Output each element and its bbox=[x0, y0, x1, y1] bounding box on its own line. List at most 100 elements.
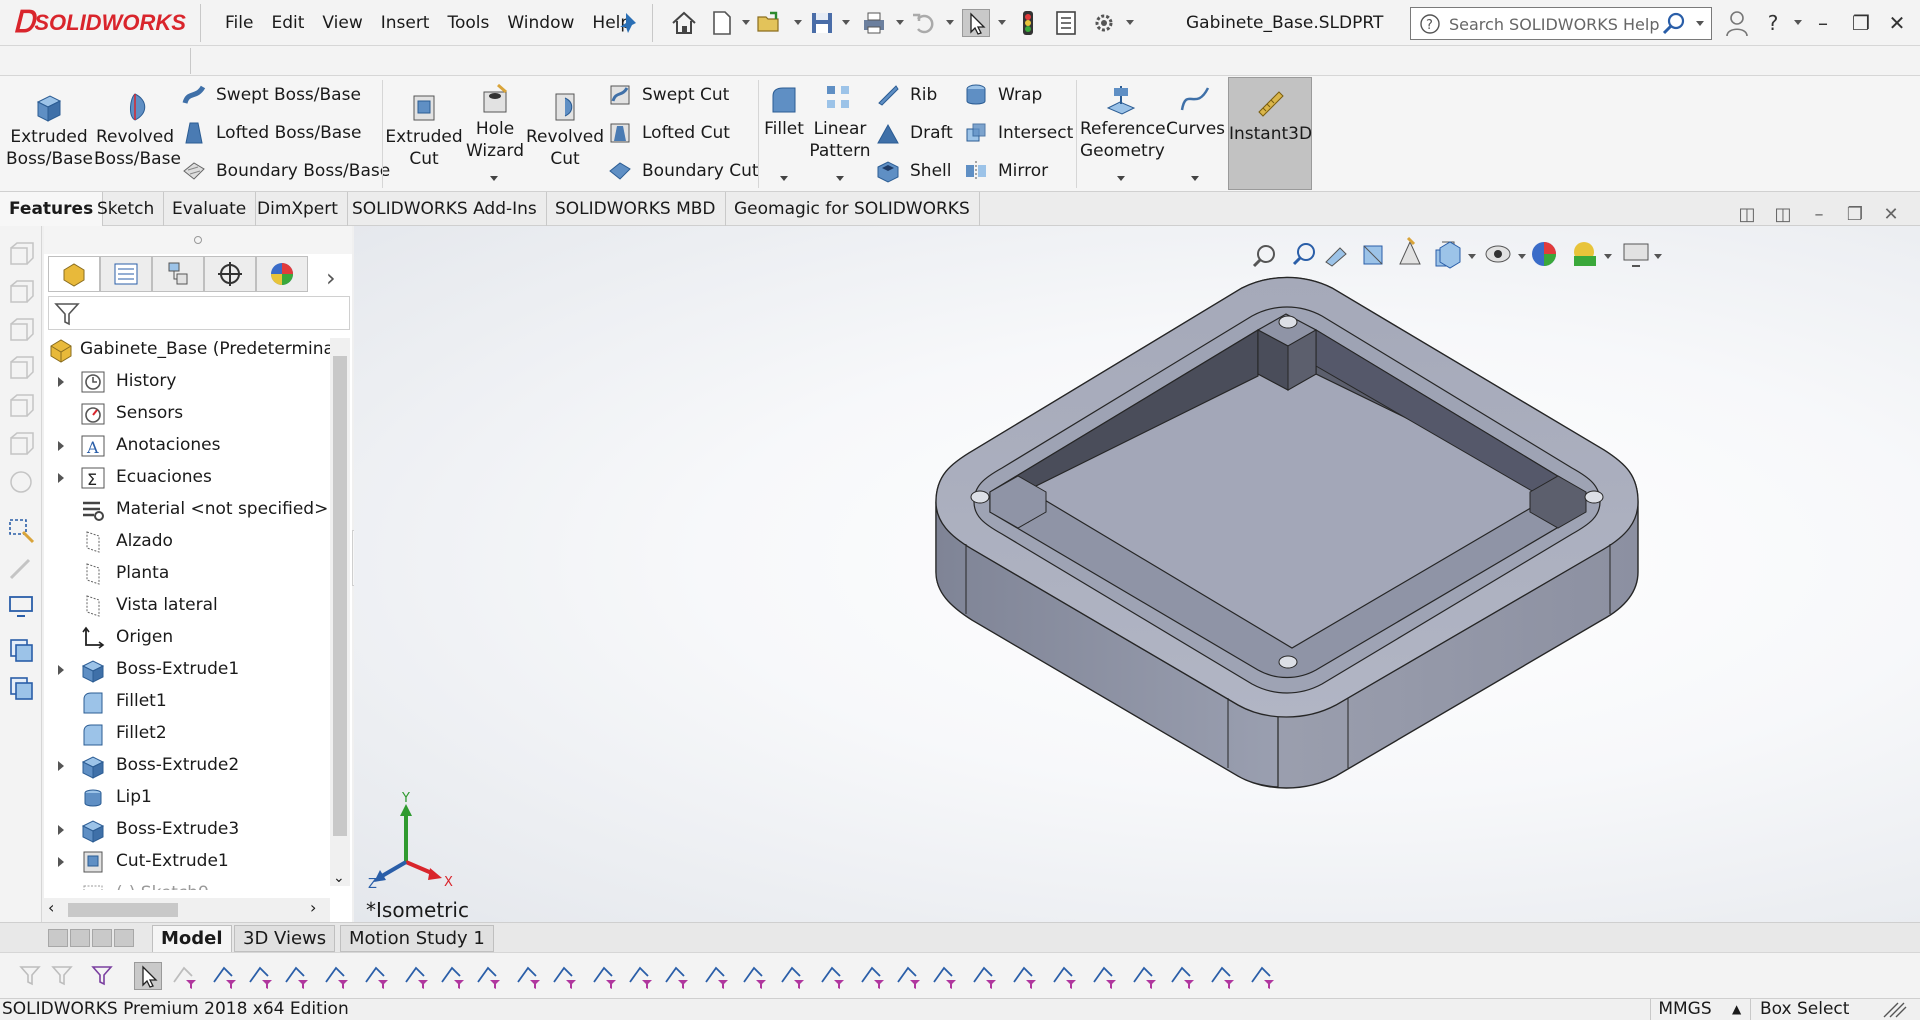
dynamic-annotation-icon[interactable] bbox=[1399, 236, 1421, 265]
menu-view[interactable]: View bbox=[313, 13, 371, 33]
tab-evaluate[interactable]: Evaluate bbox=[163, 192, 257, 226]
expand-arrow-icon[interactable] bbox=[58, 441, 64, 451]
display-manager-tab[interactable] bbox=[256, 256, 308, 292]
minimize-icon[interactable]: – bbox=[1808, 8, 1838, 38]
instant3d-button[interactable]: Instant3D bbox=[1228, 77, 1312, 190]
intersect-button[interactable]: Intersect bbox=[964, 118, 1073, 148]
file-properties-icon[interactable] bbox=[1052, 9, 1080, 37]
tab-solidworks-mbd[interactable]: SOLIDWORKS MBD bbox=[546, 192, 726, 226]
layers-icon[interactable] bbox=[7, 674, 35, 702]
tab-model[interactable]: Model bbox=[152, 925, 232, 952]
filter-midpoints-icon[interactable] bbox=[550, 962, 578, 990]
filter-faces-icon[interactable] bbox=[282, 962, 310, 990]
filter-solid-bodies-icon[interactable] bbox=[362, 962, 390, 990]
hide-show-items-icon[interactable] bbox=[1485, 245, 1511, 263]
tree-vertical-scrollbar[interactable] bbox=[330, 338, 350, 886]
linear-pattern-button[interactable]: Linear Pattern bbox=[808, 82, 872, 162]
view-cube-icon[interactable] bbox=[7, 468, 35, 496]
tab-dimxpert[interactable]: DimXpert bbox=[248, 192, 348, 226]
filter-balloons-icon[interactable] bbox=[818, 962, 846, 990]
swept-boss-base-button[interactable]: Swept Boss/Base bbox=[182, 80, 361, 110]
viewport-restore-icon[interactable]: ❐ bbox=[1842, 204, 1868, 228]
boundary-cut-button[interactable]: Boundary Cut bbox=[608, 156, 759, 186]
view-cube-icon[interactable] bbox=[7, 392, 35, 420]
search-box[interactable]: ? Search SOLIDWORKS Help bbox=[1410, 7, 1712, 40]
tab-sketch[interactable]: Sketch bbox=[88, 192, 165, 226]
next-tab-icon[interactable] bbox=[92, 929, 112, 947]
menu-insert[interactable]: Insert bbox=[372, 13, 439, 33]
rebuild-traffic-light-icon[interactable] bbox=[1014, 9, 1042, 37]
revolved-cut-button[interactable]: Revolved Cut bbox=[526, 90, 604, 170]
expand-arrow-icon[interactable] bbox=[58, 473, 64, 483]
first-tab-icon[interactable] bbox=[48, 929, 68, 947]
lofted-cut-button[interactable]: Lofted Cut bbox=[608, 118, 730, 148]
filter-toolbar-icon[interactable] bbox=[90, 962, 118, 990]
filter-surface-bodies-icon[interactable] bbox=[322, 962, 350, 990]
filter-planes-icon[interactable] bbox=[438, 962, 466, 990]
filter-vertices-icon[interactable] bbox=[210, 962, 238, 990]
drag-handle-icon[interactable] bbox=[194, 236, 202, 244]
filter-centerline-icon[interactable] bbox=[626, 962, 654, 990]
revolved-boss-base-button[interactable]: Revolved Boss/Base bbox=[94, 90, 181, 170]
part-model-render[interactable] bbox=[654, 266, 1734, 886]
edit-appearance-icon[interactable] bbox=[1532, 242, 1556, 266]
sketch-tool-icon[interactable] bbox=[7, 516, 35, 544]
tab-motion-study[interactable]: Motion Study 1 bbox=[340, 925, 494, 952]
fillet-button[interactable]: Fillet bbox=[762, 82, 806, 140]
toggle-filter-icon[interactable] bbox=[18, 962, 46, 990]
last-tab-icon[interactable] bbox=[114, 929, 134, 947]
dimxpert-manager-tab[interactable] bbox=[204, 256, 256, 292]
scroll-right-icon[interactable]: › bbox=[310, 898, 316, 917]
pin-icon[interactable] bbox=[616, 9, 644, 37]
shell-button[interactable]: Shell bbox=[876, 156, 951, 186]
restore-icon[interactable]: ❐ bbox=[1846, 8, 1876, 38]
tab-solidworks-addins[interactable]: SOLIDWORKS Add-Ins bbox=[343, 192, 547, 226]
tile-left-icon[interactable]: ◫ bbox=[1734, 204, 1760, 228]
filter-center-mass-icon[interactable] bbox=[1050, 962, 1078, 990]
wrap-button[interactable]: Wrap bbox=[964, 80, 1042, 110]
close-icon[interactable]: ✕ bbox=[1882, 8, 1912, 38]
filter-center-marks-icon[interactable] bbox=[590, 962, 618, 990]
filter-sketch-points-icon[interactable] bbox=[474, 962, 502, 990]
expand-arrow-icon[interactable] bbox=[58, 825, 64, 835]
layers-icon[interactable] bbox=[7, 636, 35, 664]
tree-filter[interactable] bbox=[48, 296, 350, 330]
menu-window[interactable]: Window bbox=[498, 13, 583, 33]
tile-right-icon[interactable]: ◫ bbox=[1770, 204, 1796, 228]
filter-datum-features-icon[interactable] bbox=[1010, 962, 1038, 990]
units-caret-icon[interactable]: ▲ bbox=[1732, 1002, 1741, 1016]
tab-geomagic[interactable]: Geomagic for SOLIDWORKS bbox=[725, 192, 980, 226]
menu-file[interactable]: File bbox=[216, 13, 262, 33]
previous-tab-icon[interactable] bbox=[70, 929, 90, 947]
status-options-icon[interactable] bbox=[1882, 1001, 1908, 1020]
reference-geometry-button[interactable]: Reference Geometry bbox=[1080, 82, 1166, 162]
select-cursor-icon[interactable] bbox=[962, 9, 990, 37]
menu-edit[interactable]: Edit bbox=[262, 13, 313, 33]
mirror-button[interactable]: Mirror bbox=[964, 156, 1048, 186]
filter-mates-icon[interactable] bbox=[1208, 962, 1236, 990]
filter-geometric-tolerance-icon[interactable] bbox=[740, 962, 768, 990]
graphics-area[interactable]: Y X Z *Isometric bbox=[354, 226, 1920, 922]
select-cursor-icon[interactable] bbox=[134, 962, 162, 990]
view-cube-icon[interactable] bbox=[7, 240, 35, 268]
select-other-icon[interactable] bbox=[170, 962, 198, 990]
viewport-minimize-icon[interactable]: – bbox=[1806, 204, 1832, 228]
property-manager-tab[interactable] bbox=[100, 256, 152, 292]
rib-button[interactable]: Rib bbox=[876, 80, 937, 110]
feature-tree-tab[interactable] bbox=[48, 256, 100, 292]
previous-view-icon[interactable] bbox=[1325, 247, 1347, 267]
filter-edges-icon[interactable] bbox=[246, 962, 274, 990]
sketch-tool-icon[interactable] bbox=[7, 554, 35, 582]
draft-button[interactable]: Draft bbox=[876, 118, 953, 148]
scroll-down-icon[interactable]: ⌄ bbox=[333, 870, 345, 886]
filter-dowel-pins-icon[interactable] bbox=[1090, 962, 1118, 990]
expand-arrow-icon[interactable] bbox=[58, 857, 64, 867]
filter-spline-icon[interactable] bbox=[1248, 962, 1276, 990]
save-icon[interactable] bbox=[808, 9, 836, 37]
zoom-to-area-icon[interactable] bbox=[1292, 243, 1315, 266]
new-document-icon[interactable] bbox=[708, 9, 736, 37]
extruded-cut-button[interactable]: Extruded Cut bbox=[384, 90, 464, 170]
filter-sketch-segments-icon[interactable] bbox=[514, 962, 542, 990]
expand-arrow-icon[interactable] bbox=[58, 665, 64, 675]
expand-arrow-icon[interactable] bbox=[58, 377, 64, 387]
